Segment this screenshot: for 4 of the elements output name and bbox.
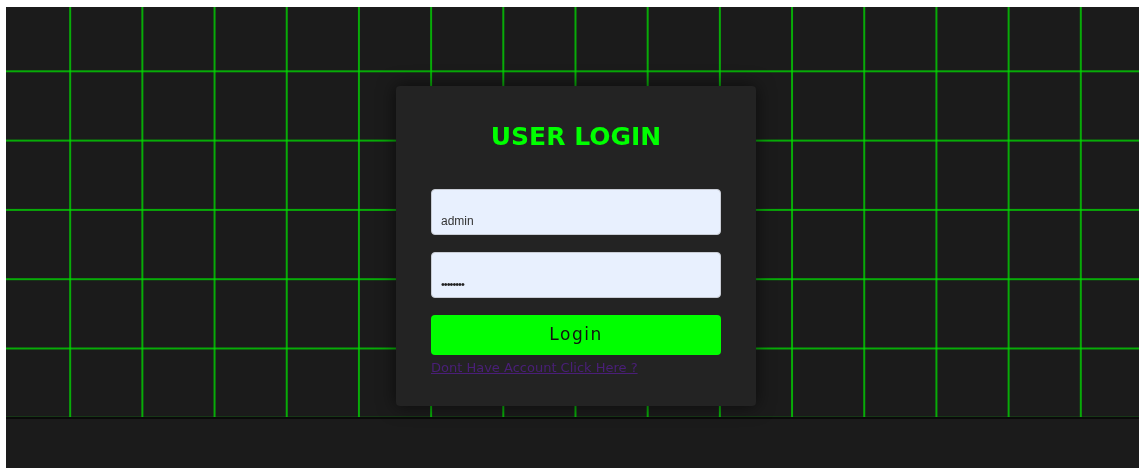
password-field[interactable]: •••••••• bbox=[431, 252, 721, 298]
login-button[interactable]: Login bbox=[431, 315, 721, 355]
login-title: USER LOGIN bbox=[489, 121, 663, 153]
username-field[interactable]: admin bbox=[431, 189, 721, 235]
